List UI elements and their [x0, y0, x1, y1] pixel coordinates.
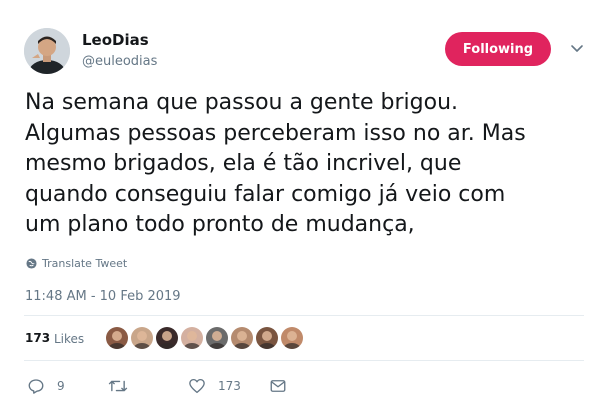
chevron-down-icon[interactable]: [568, 40, 586, 58]
divider: [24, 360, 584, 361]
liker-avatar[interactable]: [204, 325, 230, 351]
liker-avatar[interactable]: [179, 325, 205, 351]
likes-label[interactable]: Likes: [54, 332, 84, 346]
reply-button[interactable]: 9: [27, 377, 65, 395]
divider: [24, 315, 584, 316]
liker-avatar[interactable]: [254, 325, 280, 351]
author-avatar[interactable]: [24, 28, 70, 74]
author-display-name[interactable]: LeoDias: [82, 31, 149, 49]
like-button[interactable]: 173: [188, 377, 241, 395]
retweet-button[interactable]: [108, 377, 140, 395]
liker-avatar[interactable]: [279, 325, 305, 351]
following-button[interactable]: Following: [445, 32, 551, 66]
heart-icon: [189, 378, 205, 394]
liker-avatar[interactable]: [154, 325, 180, 351]
tweet-timestamp[interactable]: 11:48 AM - 10 Feb 2019: [25, 289, 181, 304]
liker-avatar[interactable]: [129, 325, 155, 351]
translate-tweet-link[interactable]: Translate Tweet: [26, 257, 127, 270]
liker-avatars: [104, 325, 305, 351]
reply-icon: [28, 379, 44, 394]
liker-avatar[interactable]: [229, 325, 255, 351]
likes-count[interactable]: 173: [25, 331, 50, 345]
globe-icon: [26, 258, 37, 269]
author-handle[interactable]: @euleodias: [82, 54, 157, 69]
reply-count: 9: [57, 379, 65, 393]
envelope-icon: [270, 380, 286, 392]
tweet-text: Na semana que passou a gente brigou. Alg…: [25, 90, 526, 237]
liker-avatar[interactable]: [104, 325, 130, 351]
translate-tweet-label[interactable]: Translate Tweet: [42, 257, 127, 270]
retweet-icon: [108, 380, 128, 392]
direct-message-button[interactable]: [269, 377, 287, 395]
avatar-photo: [24, 28, 70, 74]
like-count: 173: [218, 379, 241, 393]
